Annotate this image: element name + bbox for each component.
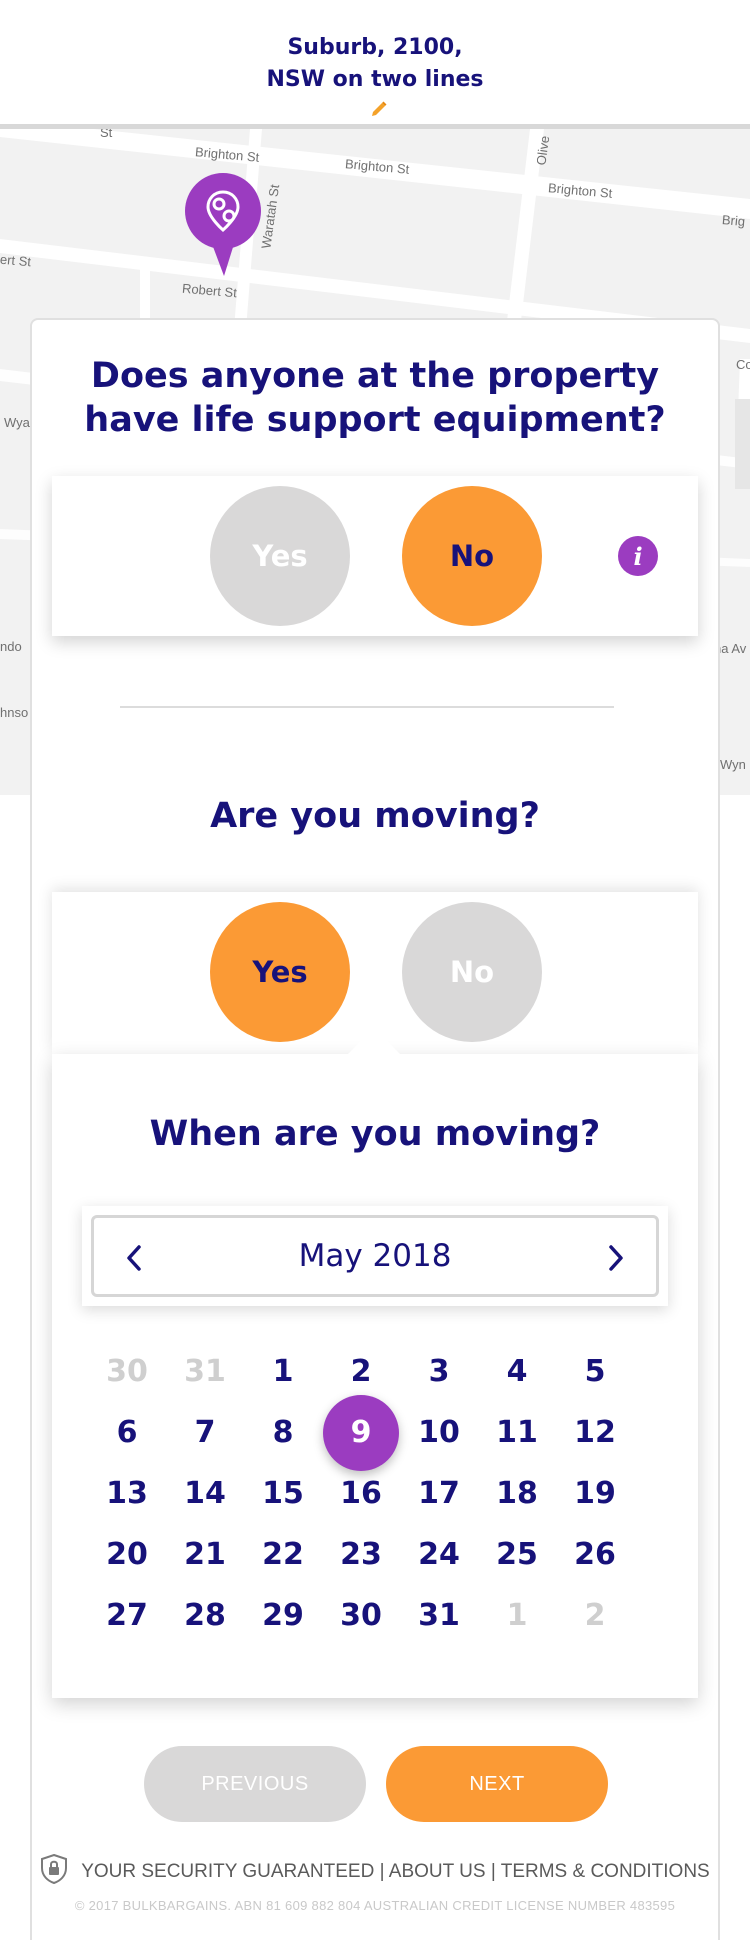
calendar-day[interactable]: 21 [170,1535,240,1575]
calendar-day[interactable]: 6 [92,1413,162,1453]
calendar-day[interactable]: 13 [92,1474,162,1514]
address-header: Suburb, 2100, NSW on two lines [0,0,750,124]
calendar-day[interactable]: 20 [92,1535,162,1575]
calendar-day[interactable]: 27 [92,1596,162,1636]
calendar-day[interactable]: 2 [326,1352,396,1392]
calendar-day-outside-month: 1 [506,1598,528,1633]
calendar-day[interactable]: 28 [170,1596,240,1636]
calendar-day[interactable]: 19 [560,1474,630,1514]
footer-links: YOUR SECURITY GUARANTEED | ABOUT US | TE… [32,1853,718,1890]
footer-separator: | [490,1861,496,1882]
life-support-options: Yes No i [52,476,698,636]
move-date-panel: When are you moving? May 2018 30 31 1 2 3 4 5 6… [52,1028,698,1698]
section-divider [120,706,614,708]
street-label: ert St [0,251,32,270]
address-text[interactable]: Suburb, 2100, NSW on two lines [0,32,750,128]
footer-separator: | [379,1861,385,1882]
security-link[interactable]: YOUR SECURITY GUARANTEED [81,1861,374,1882]
address-line-1: Suburb, 2100, [287,35,463,60]
calendar-day[interactable]: 22 [248,1535,318,1575]
moving-no-button[interactable]: No [402,902,542,1042]
move-date-question: When are you moving? [149,1114,601,1154]
terms-link[interactable]: TERMS & CONDITIONS [501,1861,710,1882]
questionnaire-card: Does anyone at the property have life su… [30,318,720,1940]
calendar-day-outside-month: 31 [184,1354,226,1389]
calendar-day[interactable]: 4 [482,1352,552,1392]
legal-text: © 2017 BULKBARGAINS. ABN 81 609 882 804 … [74,1898,676,1913]
calendar-day[interactable]: 30 [326,1596,396,1636]
calendar-week: 6 7 8 9 10 11 12 [92,1395,652,1474]
street-label: St [100,129,113,140]
calendar-day[interactable]: 15 [248,1474,318,1514]
location-pin-icon[interactable] [184,172,262,276]
moving-yes-button[interactable]: Yes [210,902,350,1042]
calendar-day[interactable]: 11 [482,1413,552,1453]
panel-pointer [348,1028,400,1054]
calendar-day[interactable]: 31 [404,1596,474,1636]
calendar-day[interactable]: 5 [560,1352,630,1392]
street-label: Brig [721,212,746,229]
calendar-day[interactable]: 3 [404,1352,474,1392]
life-support-yes-button[interactable]: Yes [210,486,350,626]
next-button[interactable]: NEXT [386,1746,608,1822]
calendar-week: 20 21 22 23 24 25 26 [92,1535,652,1596]
calendar-week: 13 14 15 16 17 18 19 [92,1474,652,1535]
moving-question: Are you moving? [210,796,540,836]
life-support-question-line-1: Does anyone at the property [90,356,660,396]
calendar-day[interactable]: 24 [404,1535,474,1575]
calendar-day-outside-month: 30 [106,1354,148,1389]
street-label: hnso [0,705,29,720]
street-label: Co [736,357,750,372]
calendar-day[interactable]: 26 [560,1535,630,1575]
calendar-day[interactable]: 16 [326,1474,396,1514]
street-label: Wyn [720,757,746,772]
life-support-question-line-2: have life support equipment? [84,400,666,440]
header-divider [0,124,750,129]
chevron-right-icon[interactable] [596,1238,636,1278]
calendar-day[interactable]: 18 [482,1474,552,1514]
calendar-day[interactable]: 8 [248,1413,318,1453]
life-support-no-button[interactable]: No [402,486,542,626]
previous-button[interactable]: PREVIOUS [144,1746,366,1822]
month-label: May 2018 [298,1238,452,1274]
street-label: ndo [0,639,22,654]
calendar-day-outside-month: 2 [584,1598,606,1633]
about-us-link[interactable]: ABOUT US [389,1861,486,1882]
life-support-question: Does anyone at the property have life su… [32,354,718,442]
calendar-week: 27 28 29 30 31 1 2 [92,1596,652,1657]
month-selector: May 2018 [82,1206,668,1306]
calendar-day[interactable]: 23 [326,1535,396,1575]
calendar-day-selected[interactable]: 9 [326,1413,396,1453]
calendar-day[interactable]: 17 [404,1474,474,1514]
calendar-day[interactable]: 14 [170,1474,240,1514]
info-icon[interactable]: i [618,536,658,576]
calendar-day[interactable]: 10 [404,1413,474,1453]
calendar-day[interactable]: 25 [482,1535,552,1575]
calendar-day[interactable]: 29 [248,1596,318,1636]
shield-lock-icon [40,1853,68,1890]
calendar-grid: 30 31 1 2 3 4 5 6 7 8 9 10 11 12 13 14 15 16 17 18 19 20 21 22 2… [92,1352,652,1657]
address-line-2: NSW on two lines [266,67,484,92]
street-label: Wya [4,415,30,430]
calendar-day[interactable]: 7 [170,1413,240,1453]
calendar-day[interactable]: 12 [560,1413,630,1453]
calendar-day[interactable]: 1 [248,1352,318,1392]
